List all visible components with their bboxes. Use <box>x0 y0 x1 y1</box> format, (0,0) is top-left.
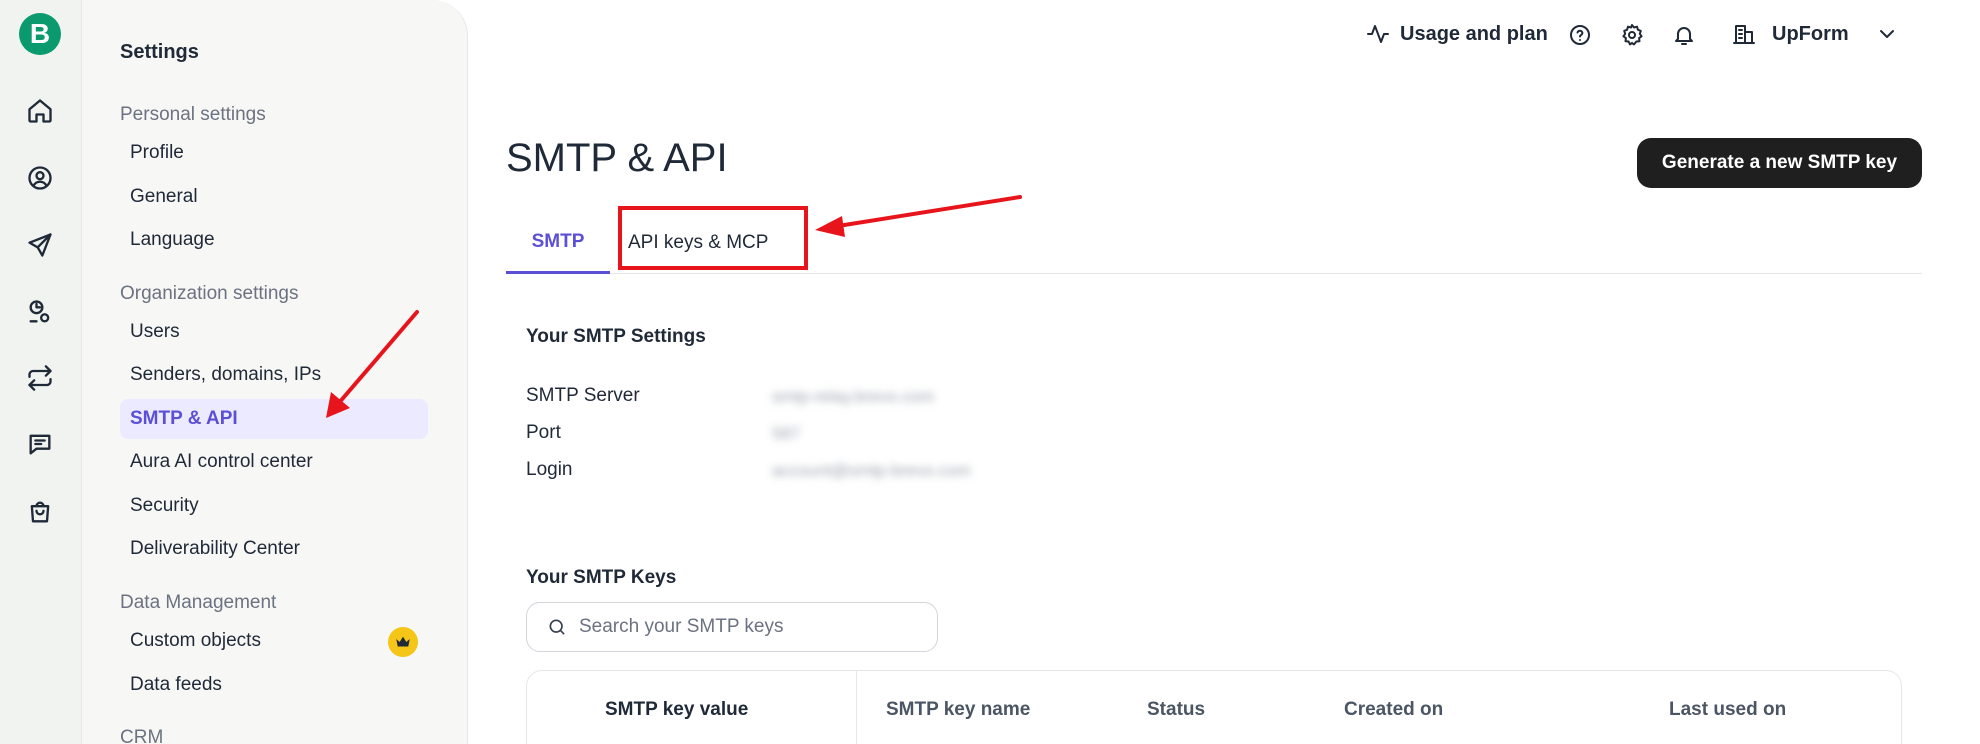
org-name: UpForm <box>1772 22 1849 45</box>
sidebar-item-label: Custom objects <box>130 630 261 651</box>
annotation-highlight-box <box>618 206 808 270</box>
automations-icon[interactable] <box>24 296 56 328</box>
sidebar-item-label: Data feeds <box>130 674 222 695</box>
login-label: Login <box>526 459 573 480</box>
sidebar-item-label: Users <box>130 321 180 342</box>
sidebar-item-label: Language <box>130 229 215 250</box>
column-divider <box>856 671 857 744</box>
sidebar-item-data-feeds[interactable]: Data feeds <box>120 665 428 705</box>
gear-icon[interactable] <box>1617 20 1647 50</box>
building-icon <box>1733 25 1755 44</box>
smtp-keys-title: Your SMTP Keys <box>526 567 677 588</box>
section-personal-settings: Personal settings <box>120 104 266 125</box>
search-icon <box>549 619 565 635</box>
app-nav-rail: B <box>0 0 82 744</box>
smtp-keys-table: SMTP key value SMTP key name Status Crea… <box>526 670 1902 744</box>
sidebar-item-senders[interactable]: Senders, domains, IPs <box>120 355 428 395</box>
settings-sidebar: Settings Personal settings Profile Gener… <box>82 0 468 744</box>
campaigns-icon[interactable] <box>24 229 56 261</box>
login-value: account@smtp-brevo.com <box>772 461 971 480</box>
section-organization-settings: Organization settings <box>120 283 299 304</box>
ecommerce-icon[interactable] <box>24 496 56 528</box>
column-header-last-used-on[interactable]: Last used on <box>1669 699 1786 721</box>
sidebar-item-users[interactable]: Users <box>120 312 428 352</box>
sidebar-item-custom-objects[interactable]: Custom objects <box>120 621 428 661</box>
tab-smtp[interactable]: SMTP <box>506 212 610 274</box>
organization-switcher[interactable]: UpForm <box>1732 22 1899 46</box>
sidebar-item-label: General <box>130 186 198 207</box>
page-title: SMTP & API <box>506 136 728 180</box>
search-input[interactable] <box>579 616 919 638</box>
sidebar-item-label: Deliverability Center <box>130 538 301 559</box>
smtp-settings-title: Your SMTP Settings <box>526 326 706 347</box>
sidebar-item-label: Profile <box>130 142 184 163</box>
sidebar-item-label: Senders, domains, IPs <box>130 364 322 385</box>
sidebar-item-label: Aura AI control center <box>130 451 313 472</box>
home-icon[interactable] <box>24 95 56 127</box>
column-header-status[interactable]: Status <box>1147 699 1205 721</box>
sidebar-item-language[interactable]: Language <box>120 220 428 260</box>
sidebar-item-general[interactable]: General <box>120 177 428 217</box>
smtp-server-value: smtp-relay.brevo.com <box>772 387 935 406</box>
generate-smtp-key-button[interactable]: Generate a new SMTP key <box>1637 138 1922 188</box>
port-value: 587 <box>772 424 801 443</box>
smtp-keys-search[interactable] <box>526 602 938 652</box>
chevron-down-icon <box>1879 30 1894 38</box>
column-header-key-name[interactable]: SMTP key name <box>886 699 1030 721</box>
sidebar-item-label: SMTP & API <box>130 408 238 429</box>
premium-crown-icon <box>388 627 418 657</box>
brevo-logo[interactable]: B <box>19 13 61 55</box>
sidebar-item-deliverability[interactable]: Deliverability Center <box>120 529 428 569</box>
sidebar-item-label: Security <box>130 495 199 516</box>
port-label: Port <box>526 422 561 443</box>
smtp-server-label: SMTP Server <box>526 385 640 406</box>
column-header-created-on[interactable]: Created on <box>1344 699 1443 721</box>
column-header-key-value[interactable]: SMTP key value <box>605 699 748 721</box>
sidebar-item-security[interactable]: Security <box>120 486 428 526</box>
help-icon[interactable] <box>1565 20 1595 50</box>
conversations-icon[interactable] <box>24 428 56 460</box>
usage-and-plan-link[interactable]: Usage and plan <box>1366 22 1548 46</box>
sidebar-title: Settings <box>120 41 199 63</box>
sidebar-item-smtp-api[interactable]: SMTP & API <box>120 399 428 439</box>
sidebar-item-aura-ai[interactable]: Aura AI control center <box>120 442 428 482</box>
contacts-icon[interactable] <box>24 162 56 194</box>
section-crm: CRM <box>120 727 164 744</box>
bell-icon[interactable] <box>1669 20 1699 50</box>
workflows-icon[interactable] <box>24 362 56 394</box>
activity-icon <box>1367 25 1389 43</box>
sidebar-item-profile[interactable]: Profile <box>120 133 428 173</box>
usage-label: Usage and plan <box>1400 22 1548 45</box>
section-data-management: Data Management <box>120 592 277 613</box>
